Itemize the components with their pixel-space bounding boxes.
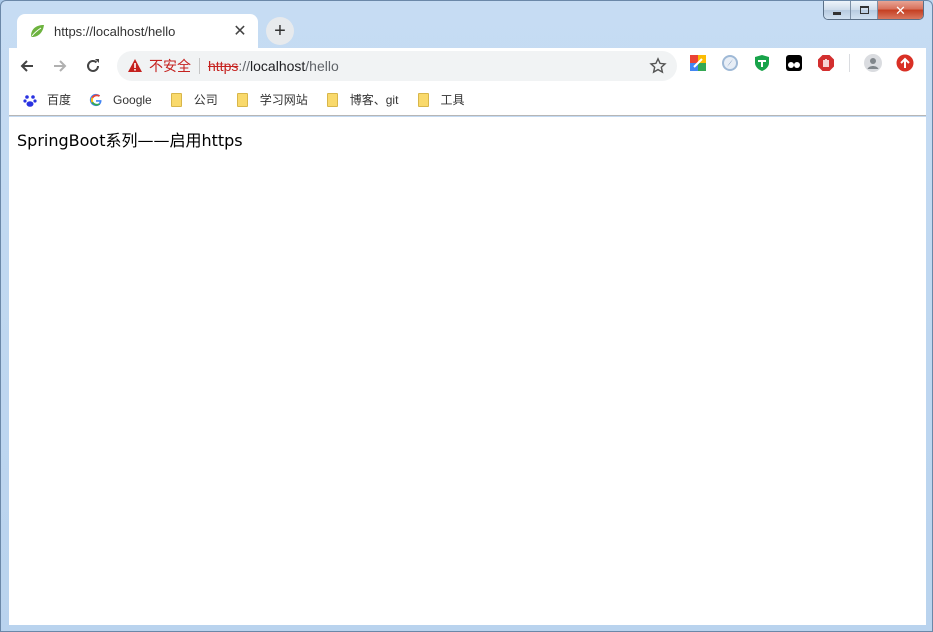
bookmark-folder-company[interactable]: 公司	[170, 91, 218, 108]
tab-title: https://localhost/hello	[54, 23, 176, 39]
bookmark-label: 工具	[440, 93, 465, 107]
reload-button[interactable]	[78, 51, 108, 81]
bookmark-label: 公司	[193, 93, 218, 107]
omnibox-divider	[199, 58, 200, 74]
warning-triangle-icon	[128, 59, 142, 72]
adblock-hand-extension-icon[interactable]	[817, 54, 835, 72]
close-icon: ✕	[895, 2, 906, 18]
folder-icon	[170, 92, 184, 108]
folder-icon	[236, 92, 250, 108]
bookmark-label: 百度	[47, 93, 72, 107]
url-scheme: https	[208, 58, 239, 74]
forward-arrow-icon	[54, 60, 67, 72]
url-path: /hello	[305, 58, 339, 74]
folder-icon	[326, 92, 340, 108]
page-body-text: SpringBoot系列——启用https	[17, 131, 243, 150]
reload-icon	[87, 59, 99, 72]
bookmark-label: Google	[113, 92, 152, 107]
close-window-button[interactable]: ✕	[878, 1, 923, 19]
minimize-icon	[833, 11, 841, 15]
security-status-label[interactable]: 不安全	[149, 56, 191, 76]
bookmark-baidu[interactable]: 百度	[23, 91, 71, 108]
bookmark-label: 学习网站	[259, 93, 308, 107]
folder-icon	[416, 92, 430, 108]
bookmarks-bar: 百度 Google 公司 学习网站 博客、git 工具	[9, 84, 926, 116]
bookmark-folder-tools[interactable]: 工具	[416, 91, 464, 108]
shield-extension-icon[interactable]	[753, 54, 771, 72]
url-host: localhost	[250, 58, 306, 74]
bookmark-folder-learning[interactable]: 学习网站	[236, 91, 308, 108]
tab-close-icon[interactable]: ✕	[228, 19, 252, 43]
update-upload-icon[interactable]	[896, 54, 914, 72]
back-arrow-icon	[20, 60, 33, 72]
bookmark-label: 博客、git	[349, 93, 399, 107]
spring-leaf-icon	[31, 25, 44, 37]
compass-extension-icon[interactable]	[721, 54, 739, 72]
minimize-button[interactable]	[824, 1, 851, 19]
back-button[interactable]	[12, 51, 42, 81]
browser-window: ✕ https://localhost/hello ✕ + 不安全 https …	[0, 0, 933, 632]
url-scheme-separator: ://	[238, 58, 251, 74]
baidu-paw-icon	[23, 92, 37, 108]
window-caption-buttons: ✕	[823, 1, 924, 20]
toolbar-divider	[849, 54, 850, 72]
maximize-icon	[859, 6, 869, 14]
browser-toolbar: 不安全 https://localhost/hello	[9, 48, 926, 84]
tab-active[interactable]: https://localhost/hello ✕	[17, 14, 258, 48]
forward-button[interactable]	[45, 51, 75, 81]
new-tab-button[interactable]: +	[266, 17, 294, 45]
page-content: SpringBoot系列——启用https	[9, 117, 926, 625]
bookmark-folder-blog-git[interactable]: 博客、git	[326, 91, 399, 108]
profile-avatar-icon[interactable]	[864, 54, 882, 72]
address-bar[interactable]: 不安全 https://localhost/hello	[117, 51, 677, 81]
google-g-icon	[89, 92, 103, 108]
google-drive-extension-icon[interactable]	[689, 54, 707, 72]
tampermonkey-extension-icon[interactable]	[785, 54, 803, 72]
bookmark-google[interactable]: Google	[89, 92, 152, 108]
maximize-button[interactable]	[851, 1, 878, 19]
extensions-area	[689, 54, 928, 72]
bookmark-star-icon[interactable]	[649, 57, 667, 75]
